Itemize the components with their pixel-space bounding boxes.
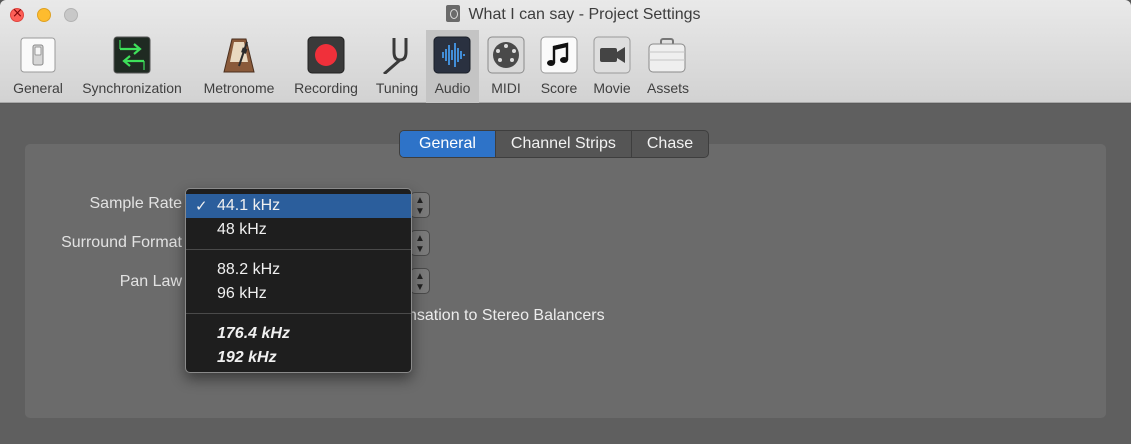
tuning-fork-icon (383, 38, 408, 74)
project-settings-window: What I can say - Project Settings Genera… (0, 0, 1131, 444)
audio-waveform-icon (433, 36, 471, 74)
toolbar-midi[interactable]: MIDI (480, 30, 532, 103)
switch-icon (20, 37, 56, 73)
menu-item-192-khz[interactable]: 192 kHz (186, 346, 411, 370)
toolbar-audio[interactable]: Audio (426, 30, 479, 103)
sample-rate-label: Sample Rate (89, 195, 183, 212)
window-title: What I can say - Project Settings (0, 5, 1131, 24)
metronome-icon (223, 38, 255, 73)
video-camera-icon (593, 36, 631, 74)
surround-format-label: Surround Format (61, 234, 182, 251)
menu-item-48-khz[interactable]: 48 kHz (186, 218, 411, 242)
toolbar-metronome[interactable]: Metronome (196, 30, 282, 103)
sample-rate-popup-stepper[interactable]: ▲ ▼ (410, 192, 430, 218)
settings-content: General Channel Strips Chase Sample Rate… (0, 104, 1131, 444)
project-document-icon (446, 5, 461, 22)
menu-item-88-2-khz[interactable]: 88.2 kHz (186, 258, 411, 282)
title-bar: What I can say - Project Settings Genera… (0, 0, 1131, 103)
menu-item-176-4-khz[interactable]: 176.4 kHz (186, 322, 411, 346)
briefcase-icon (648, 38, 686, 73)
music-note-icon (540, 36, 578, 74)
menu-item-96-khz[interactable]: 96 kHz (186, 282, 411, 306)
pan-law-label: Pan Law (119, 273, 182, 290)
menu-separator (186, 313, 411, 314)
tab-channel-strips[interactable]: Channel Strips (496, 131, 632, 157)
tab-general[interactable]: General (400, 131, 496, 157)
toolbar-synchronization[interactable]: Synchronization (72, 30, 192, 103)
pan-law-popup-stepper[interactable]: ▲ ▼ (410, 268, 430, 294)
menu-separator (186, 249, 411, 250)
toolbar-movie[interactable]: Movie (586, 30, 638, 103)
stereo-balancer-compensation-checkbox-label[interactable]: nsation to Stereo Balancers (408, 307, 605, 325)
toolbar-score[interactable]: Score (534, 30, 584, 103)
sample-rate-menu: ✓ 44.1 kHz 48 kHz 88.2 kHz 96 kHz 176.4 … (185, 188, 412, 373)
toolbar-tuning[interactable]: Tuning (368, 30, 426, 103)
menu-item-44-1-khz[interactable]: ✓ 44.1 kHz (186, 194, 411, 218)
audio-tab-bar: General Channel Strips Chase (399, 130, 710, 158)
toolbar-assets[interactable]: Assets (640, 30, 696, 103)
toolbar-recording[interactable]: Recording (286, 30, 366, 103)
tab-chase[interactable]: Chase (632, 131, 708, 157)
surround-format-popup-stepper[interactable]: ▲ ▼ (410, 230, 430, 256)
toolbar-general[interactable]: General (6, 30, 70, 103)
midi-connector-icon (487, 36, 525, 74)
record-icon (307, 36, 345, 74)
checkmark-icon: ✓ (195, 197, 208, 215)
sync-arrows-icon (113, 36, 151, 74)
